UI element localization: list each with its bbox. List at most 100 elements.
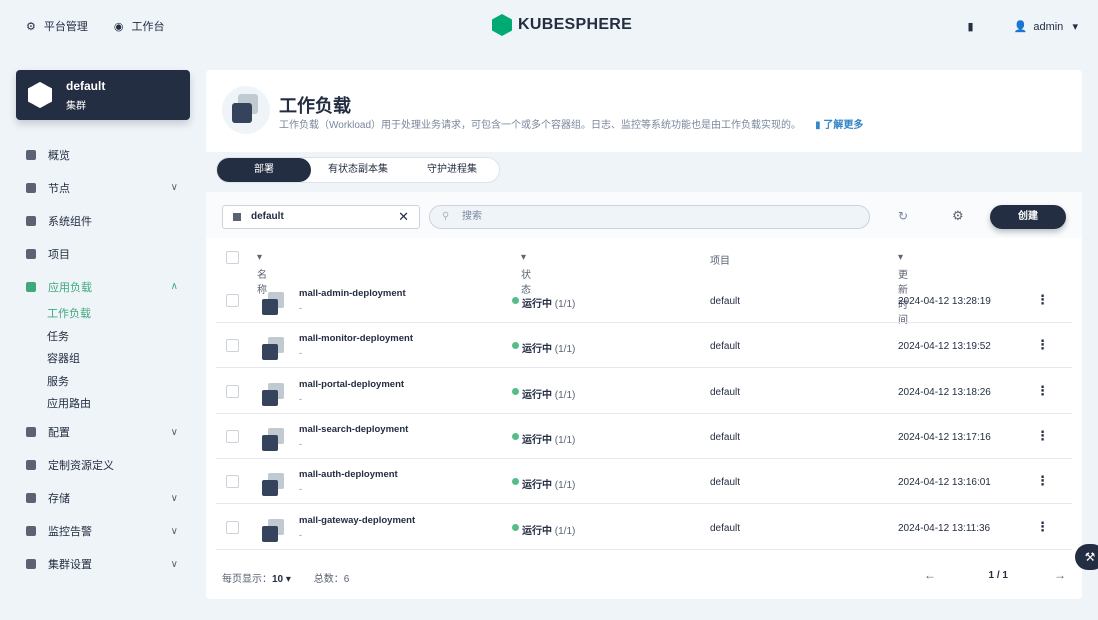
row-checkbox[interactable] xyxy=(226,520,239,534)
more-options-icon[interactable]: ⋮ xyxy=(1036,292,1049,308)
clear-icon[interactable]: ✕ xyxy=(398,206,409,228)
status-badge: 运行中 (1/1) xyxy=(522,525,576,537)
namespace-filter[interactable]: default ✕ xyxy=(222,205,420,229)
nav-nodes[interactable]: 节点 ∨ xyxy=(26,171,186,204)
column-project: 项目 xyxy=(710,256,730,267)
status-dot xyxy=(512,297,519,304)
create-button[interactable]: 创建 xyxy=(990,205,1066,229)
deployment-description: - xyxy=(299,303,302,313)
workbench-icon: ◉ xyxy=(113,20,124,33)
row-checkbox[interactable] xyxy=(226,339,239,353)
next-page-icon[interactable]: → xyxy=(1054,568,1066,582)
workbench-button[interactable]: ◉ 工作台 xyxy=(114,18,165,34)
nav-ingress[interactable]: 应用路由 xyxy=(26,393,186,416)
table-row[interactable]: mall-portal-deployment - 运行中 (1/1) defau… xyxy=(216,369,1072,414)
status-badge: 运行中 (1/1) xyxy=(522,389,576,401)
table-row[interactable]: mall-auth-deployment - 运行中 (1/1) default… xyxy=(216,459,1072,505)
row-checkbox[interactable] xyxy=(226,429,239,443)
more-options-icon[interactable]: ⋮ xyxy=(1036,428,1049,444)
table-row[interactable]: mall-search-deployment - 运行中 (1/1) defau… xyxy=(216,414,1072,459)
refresh-icon[interactable]: ↻ xyxy=(898,209,908,223)
project-cell: default xyxy=(710,477,741,489)
deployment-name-link[interactable]: mall-auth-deployment xyxy=(299,469,398,480)
select-all-checkbox[interactable] xyxy=(226,251,239,264)
deployment-name-link[interactable]: mall-portal-deployment xyxy=(299,379,404,390)
column-updated[interactable]: 更新时间 ▾ xyxy=(898,252,908,326)
more-options-icon[interactable]: ⋮ xyxy=(1036,473,1049,489)
project-icon xyxy=(26,248,36,259)
nav-components[interactable]: 系统组件 xyxy=(26,204,186,237)
project-cell: default xyxy=(710,522,741,534)
settings-icon[interactable]: ⚙ xyxy=(952,208,964,224)
page-description: 工作负载（Workload）用于处理业务请求，可包含一个或多个容器组。日志、监控… xyxy=(279,120,864,131)
user-menu[interactable]: 👤 admin ▾ xyxy=(1014,20,1078,33)
nav-monitoring[interactable]: 监控告警 ∨ xyxy=(26,515,186,548)
nav-workloads-group[interactable]: 应用负载 ∧ xyxy=(26,270,186,303)
docs-icon[interactable]: ▮ xyxy=(967,20,973,33)
column-status[interactable]: 状态 ▾ xyxy=(521,252,531,296)
row-checkbox[interactable] xyxy=(226,384,239,398)
row-checkbox[interactable] xyxy=(226,475,239,489)
updated-time: 2024-04-12 13:16:01 xyxy=(898,477,991,489)
cluster-card[interactable]: default 集群 xyxy=(16,70,190,120)
deployment-name-link[interactable]: mall-admin-deployment xyxy=(299,288,406,299)
top-bar: ⚙ 平台管理 ◉ 工作台 KUBESPHERE ▮ 👤 admin ▾ xyxy=(0,0,1098,52)
more-options-icon[interactable]: ⋮ xyxy=(1036,337,1049,353)
sidebar: 概览 节点 ∨ 系统组件 项目 应用负载 ∧ 工作负载 任务 容器组 服务 应用路由… xyxy=(26,138,186,581)
tab-deployments[interactable]: 部署 xyxy=(217,158,311,182)
status-dot xyxy=(512,523,519,531)
layers-icon xyxy=(26,281,36,292)
page-title: 工作负载 xyxy=(279,96,351,116)
tab-daemonsets[interactable]: 守护进程集 xyxy=(405,158,499,182)
cluster-icon xyxy=(28,82,52,108)
project-cell: default xyxy=(710,341,741,353)
nav-jobs[interactable]: 任务 xyxy=(26,326,186,349)
deployment-description: - xyxy=(299,484,302,495)
learn-more-link[interactable]: ▮ 了解更多 xyxy=(815,120,863,131)
nav-projects[interactable]: 项目 xyxy=(26,237,186,270)
prev-page-icon[interactable]: ← xyxy=(924,568,936,582)
status-dot xyxy=(512,432,519,440)
chevron-down-icon: ∨ xyxy=(170,525,178,537)
nav-workloads[interactable]: 工作负载 xyxy=(26,303,186,326)
nav-overview[interactable]: 概览 xyxy=(26,138,186,171)
row-checkbox[interactable] xyxy=(226,294,239,307)
deployment-name-link[interactable]: mall-search-deployment xyxy=(299,424,408,435)
deployment-icon xyxy=(260,426,286,452)
table-row[interactable]: mall-admin-deployment - 运行中 (1/1) defaul… xyxy=(216,278,1072,323)
updated-time: 2024-04-12 13:11:36 xyxy=(898,522,991,534)
more-options-icon[interactable]: ⋮ xyxy=(1036,383,1049,399)
kubesphere-logo[interactable]: KUBESPHERE xyxy=(492,14,632,36)
more-options-icon[interactable]: ⋮ xyxy=(1036,519,1049,535)
table-header: 名称 ▾ 状态 ▾ 项目 更新时间 ▾ xyxy=(206,238,1082,326)
nav-config[interactable]: 配置 ∨ xyxy=(26,416,186,449)
platform-management-button[interactable]: ⚙ 平台管理 xyxy=(26,18,88,34)
tab-statefulsets[interactable]: 有状态副本集 xyxy=(311,158,405,182)
nav-services[interactable]: 服务 xyxy=(26,371,186,394)
deployment-icon xyxy=(260,471,286,497)
per-page-select[interactable]: 10 ▾ xyxy=(272,574,291,585)
deployment-name-link[interactable]: mall-monitor-deployment xyxy=(299,333,413,344)
deployment-icon xyxy=(260,290,286,316)
toolbox-button[interactable]: ⚒ xyxy=(1075,544,1098,570)
project-icon xyxy=(233,213,241,221)
chevron-up-icon: ∧ xyxy=(170,281,178,292)
nav-settings[interactable]: 集群设置 ∨ xyxy=(26,548,186,581)
status-dot xyxy=(512,478,519,486)
table-row[interactable]: mall-gateway-deployment - 运行中 (1/1) defa… xyxy=(216,505,1072,550)
deployment-icon xyxy=(260,381,286,407)
deployment-name-link[interactable]: mall-gateway-deployment xyxy=(299,515,415,526)
nav-pods[interactable]: 容器组 xyxy=(26,348,186,371)
page-header: 工作负载 工作负载（Workload）用于处理业务请求，可包含一个或多个容器组。… xyxy=(206,70,1082,152)
status-badge: 运行中 (1/1) xyxy=(522,480,576,492)
hammer-icon xyxy=(26,427,36,437)
deployment-icon xyxy=(260,335,286,361)
column-name[interactable]: 名称 ▾ xyxy=(257,252,267,296)
nav-crd[interactable]: 定制资源定义 xyxy=(26,449,186,482)
project-cell: default xyxy=(710,296,741,307)
components-icon xyxy=(26,215,36,226)
table-row[interactable]: mall-monitor-deployment - 运行中 (1/1) defa… xyxy=(216,323,1072,369)
nav-storage[interactable]: 存储 ∨ xyxy=(26,482,186,515)
pagination-bar: 每页显示：10 ▾ 总数：6 ← 1 / 1 → xyxy=(222,568,1066,585)
search-input[interactable]: ⚲ 搜索 xyxy=(429,205,870,229)
